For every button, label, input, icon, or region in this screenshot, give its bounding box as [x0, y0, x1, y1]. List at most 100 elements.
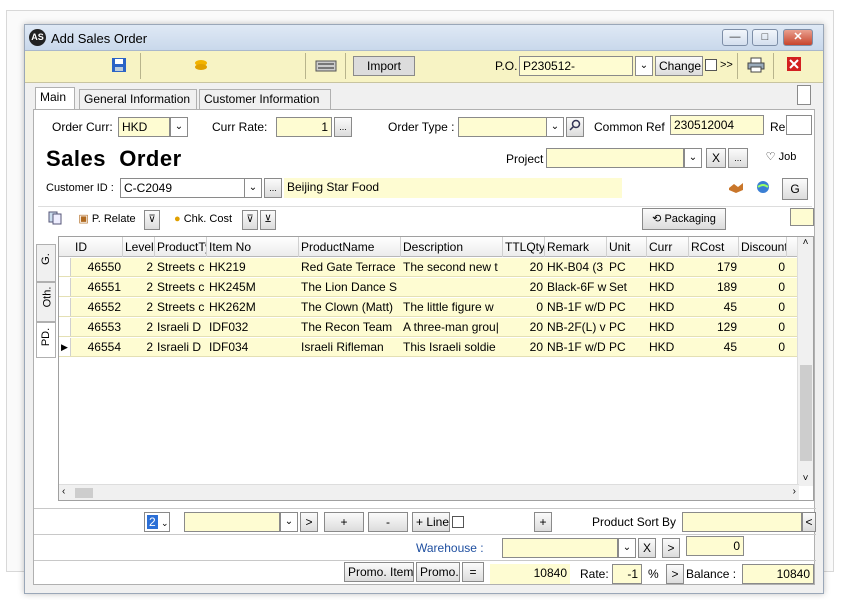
coins-icon[interactable]: [193, 57, 209, 78]
add-line-checkbox[interactable]: [452, 516, 464, 528]
customer-id-field[interactable]: C-C2049: [120, 178, 246, 198]
scroll-right-icon[interactable]: ›: [793, 486, 796, 497]
cell-discount[interactable]: 0: [739, 318, 787, 337]
promo-item-button[interactable]: Promo. Item: [344, 562, 414, 582]
cell-remark[interactable]: NB-1F w/D: [545, 298, 607, 317]
vertical-scrollbar[interactable]: ˄ ˅: [797, 237, 813, 486]
minimize-button[interactable]: —: [722, 29, 748, 46]
table-row[interactable]: 46551 2 Streets c HK245M The Lion Dance S 20 B…: [59, 278, 799, 297]
row-indicator[interactable]: [59, 298, 71, 316]
cell-ttl-qty[interactable]: 20: [503, 278, 545, 297]
side-tab-pd[interactable]: PD.: [36, 322, 56, 358]
printer-icon[interactable]: [747, 57, 765, 78]
column-header-curr[interactable]: Curr: [647, 237, 689, 257]
cell-curr[interactable]: HKD: [647, 278, 689, 297]
close-button[interactable]: ✕: [783, 29, 813, 46]
cell-level[interactable]: 2: [123, 258, 155, 277]
tab-general-information[interactable]: General Information: [79, 89, 197, 109]
tab-main[interactable]: Main: [35, 87, 75, 110]
promo-button[interactable]: Promo.: [416, 562, 460, 582]
cell-item-no[interactable]: IDF034: [207, 338, 299, 357]
warehouse-clear-button[interactable]: X: [638, 538, 656, 558]
column-header-product-type[interactable]: ProductTy: [155, 237, 207, 257]
cell-product-name[interactable]: The Clown (Matt): [299, 298, 401, 317]
column-header-rcost[interactable]: RCost: [689, 237, 739, 257]
cell-product-name[interactable]: The Lion Dance S: [299, 278, 401, 297]
column-header-remark[interactable]: Remark: [545, 237, 607, 257]
line-search-field[interactable]: [184, 512, 280, 532]
product-sort-field[interactable]: [682, 512, 802, 532]
row-indicator[interactable]: ▶: [59, 338, 71, 356]
project-dropdown[interactable]: ⌄: [684, 148, 702, 168]
cell-description[interactable]: A three-man grou|: [401, 318, 503, 337]
cell-remark[interactable]: NB-2F(L) v: [545, 318, 607, 337]
cell-id[interactable]: 46550: [73, 258, 123, 277]
packaging-field[interactable]: [790, 208, 814, 226]
change-checkbox[interactable]: [705, 59, 717, 71]
cell-product-type[interactable]: Israeli D: [155, 338, 207, 357]
tab-customer-information[interactable]: Customer Information: [199, 89, 331, 109]
cell-level[interactable]: 2: [123, 318, 155, 337]
cell-unit[interactable]: PC: [607, 338, 647, 357]
cell-description[interactable]: [401, 278, 503, 297]
vertical-scroll-thumb[interactable]: [800, 365, 812, 461]
filter-icon[interactable]: ⊽: [242, 210, 258, 230]
po-dropdown[interactable]: ⌄: [635, 56, 653, 76]
add-sort-button[interactable]: +: [534, 512, 552, 532]
packaging-button[interactable]: ⟲ Packaging: [642, 208, 726, 230]
project-clear-button[interactable]: X: [706, 148, 726, 168]
filter-clear-icon[interactable]: ⊻: [260, 210, 276, 230]
project-ellipsis-button[interactable]: ...: [728, 148, 748, 168]
cell-curr[interactable]: HKD: [647, 258, 689, 277]
cell-ttl-qty[interactable]: 20: [503, 258, 545, 277]
add-line-button[interactable]: + Line: [412, 512, 450, 532]
project-field[interactable]: [546, 148, 684, 168]
cell-curr[interactable]: HKD: [647, 318, 689, 337]
cell-discount[interactable]: 0: [739, 278, 787, 297]
column-header-level[interactable]: Level: [123, 237, 155, 257]
cell-item-no[interactable]: HK262M: [207, 298, 299, 317]
column-header-id[interactable]: ID: [73, 237, 123, 257]
column-header-ttl-qty[interactable]: TTLQty: [503, 237, 545, 257]
change-button[interactable]: Change: [655, 56, 703, 76]
cell-rcost[interactable]: 45: [689, 338, 739, 357]
order-curr-field[interactable]: HKD: [118, 117, 170, 137]
g-button[interactable]: G: [782, 178, 808, 200]
cell-id[interactable]: 46552: [73, 298, 123, 317]
maximize-button[interactable]: □: [752, 29, 778, 46]
row-indicator[interactable]: [59, 258, 71, 276]
copy-icon[interactable]: [48, 211, 62, 230]
cell-description[interactable]: This Israeli soldie: [401, 338, 503, 357]
cell-description[interactable]: The second new t: [401, 258, 503, 277]
cell-curr[interactable]: HKD: [647, 338, 689, 357]
cell-rcost[interactable]: 129: [689, 318, 739, 337]
order-type-search-button[interactable]: [566, 117, 584, 137]
cell-description[interactable]: The little figure w: [401, 298, 503, 317]
cell-item-no[interactable]: IDF032: [207, 318, 299, 337]
cell-discount[interactable]: 0: [739, 338, 787, 357]
table-row[interactable]: 46550 2 Streets c HK219 Red Gate Terrace The …: [59, 258, 799, 277]
more-label[interactable]: >>: [720, 59, 733, 71]
cell-ttl-qty[interactable]: 20: [503, 338, 545, 357]
side-tab-g[interactable]: G.: [36, 244, 56, 282]
cell-rcost[interactable]: 189: [689, 278, 739, 297]
warehouse-qty-field[interactable]: 0: [686, 536, 744, 556]
cell-ttl-qty[interactable]: 20: [503, 318, 545, 337]
table-row[interactable]: ▶ 46554 2 Israeli D IDF034 Israeli Rifleman Th…: [59, 338, 799, 357]
remove-button[interactable]: -: [368, 512, 408, 532]
horizontal-scroll-thumb[interactable]: [75, 488, 93, 498]
order-type-field[interactable]: [458, 117, 548, 137]
warehouse-next-button[interactable]: >: [662, 538, 680, 558]
customer-ellipsis-button[interactable]: ...: [264, 178, 282, 198]
cell-discount[interactable]: 0: [739, 298, 787, 317]
add-button[interactable]: +: [324, 512, 364, 532]
cell-level[interactable]: 2: [123, 298, 155, 317]
cell-product-type[interactable]: Streets c: [155, 258, 207, 277]
job-button[interactable]: ♡ Job: [756, 148, 806, 168]
cell-level[interactable]: 2: [123, 338, 155, 357]
cell-ttl-qty[interactable]: 0: [503, 298, 545, 317]
cell-product-type[interactable]: Streets c: [155, 298, 207, 317]
table-row[interactable]: 46553 2 Israeli D IDF032 The Recon Team A thr…: [59, 318, 799, 337]
chk-cost-button[interactable]: ● Chk. Cost: [166, 210, 240, 230]
cell-product-name[interactable]: The Recon Team: [299, 318, 401, 337]
